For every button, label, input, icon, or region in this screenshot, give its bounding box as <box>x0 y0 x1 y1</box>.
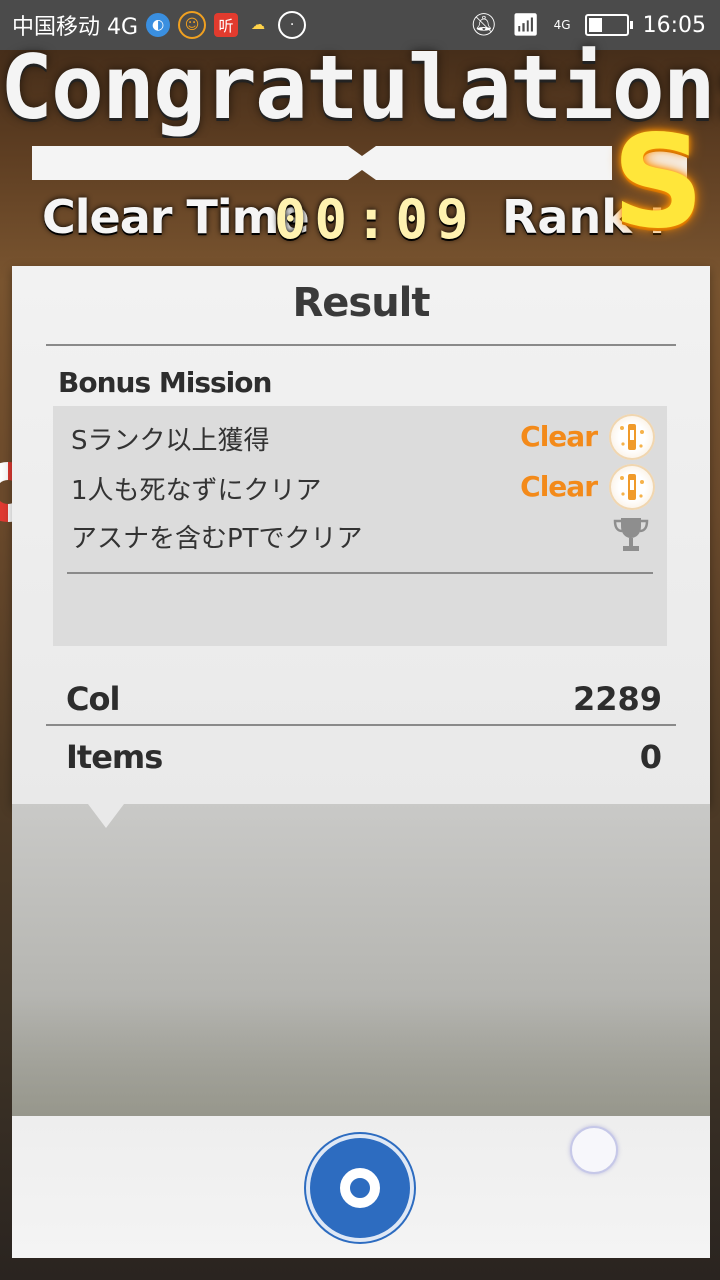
medal-icon <box>609 414 655 460</box>
stat-label: Items <box>66 738 163 776</box>
bonus-mission-list: Sランク以上獲得 Clear 1人も死なずにクリア Clear アスナを含むPT… <box>53 406 667 646</box>
stat-value: 2289 <box>572 680 662 718</box>
result-title: Result <box>292 280 430 326</box>
battery-icon <box>584 14 633 36</box>
smiley-icon: ☺ <box>178 11 207 39</box>
stat-label: Col <box>66 680 120 718</box>
clear-time-value: 00:09 <box>274 188 477 251</box>
stat-divider <box>46 724 676 726</box>
panel-pointer <box>88 804 124 828</box>
mission-divider <box>67 572 653 574</box>
rank-value: S <box>612 108 705 257</box>
stat-value: 0 <box>639 738 662 776</box>
clear-time-label: Clear Time <box>42 190 310 244</box>
mission-label: アスナを含むPTでクリア <box>71 524 363 554</box>
bonus-mission-title: Bonus Mission <box>58 366 272 399</box>
stopwatch-icon: · <box>278 11 307 39</box>
result-title-divider <box>46 344 676 346</box>
header-divider <box>32 146 687 180</box>
mission-label: Sランク以上獲得 <box>71 426 270 456</box>
clock-time: 16:05 <box>642 12 706 38</box>
mission-label: 1人も死なずにクリア <box>71 476 322 506</box>
record-icon <box>340 1168 380 1208</box>
trophy-icon <box>613 518 649 551</box>
mission-row: アスナを含むPTでクリア <box>53 512 667 556</box>
assistive-touch-button[interactable] <box>570 1126 618 1174</box>
mute-icon: 🔕︎ <box>469 12 498 38</box>
battery-fill <box>588 18 602 32</box>
clear-time-row: Clear Time 00:09 Rank : <box>42 188 682 252</box>
network-label: 4G <box>553 18 571 32</box>
ting-icon: 听 <box>214 13 239 37</box>
mission-row: 1人も死なずにクリア Clear <box>53 464 667 510</box>
stat-row-items: Items 0 <box>58 734 664 784</box>
weather-icon: ☁ <box>251 17 266 33</box>
mission-row: Sランク以上獲得 Clear <box>53 414 667 460</box>
stat-row-col: Col 2289 <box>58 676 664 726</box>
wifi-icon: 📶︎ <box>511 12 540 38</box>
record-button[interactable] <box>310 1138 410 1238</box>
mission-status: Clear <box>520 470 598 503</box>
carrier-label: 中国移动 4G <box>12 15 139 40</box>
browser-icon: ◐ <box>146 13 171 37</box>
medal-icon <box>609 464 655 510</box>
mission-status: Clear <box>520 420 598 453</box>
result-panel: Result Bonus Mission Sランク以上獲得 Clear 1人も死… <box>12 266 710 804</box>
detail-area <box>12 804 710 1116</box>
